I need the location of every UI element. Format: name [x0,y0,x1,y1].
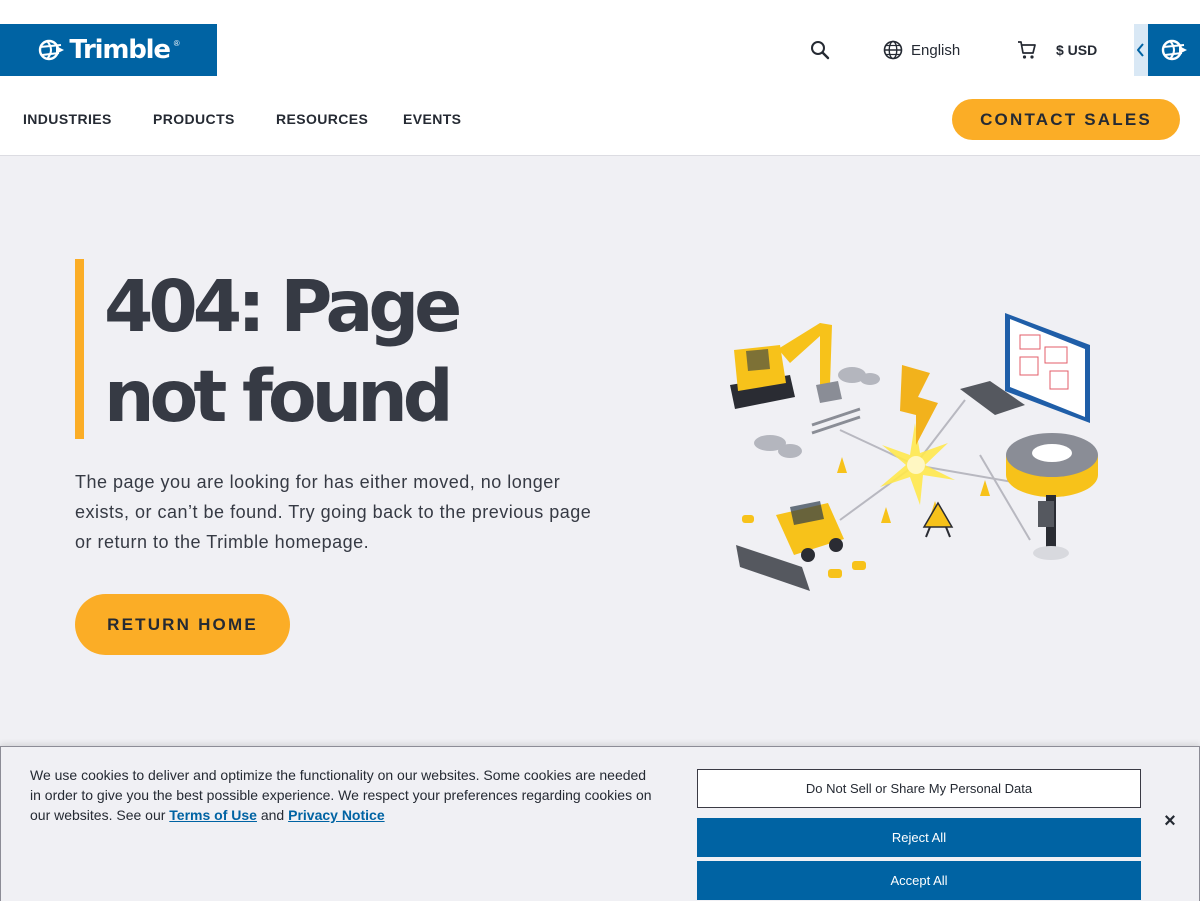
cookie-and-text: and [260,807,285,823]
site-header: Trimble ® English $ USD INDUSTRIES PRODU… [0,0,1200,156]
barrier-fence-icon [811,407,861,435]
title-line-2: not found [104,355,454,438]
title-accent-bar [75,259,84,439]
warning-sign-icon [922,501,954,538]
logo-wordmark: Trimble [69,35,171,65]
currency-label: $ USD [1056,42,1098,58]
trimble-globe-icon [39,39,65,61]
trimble-mark-icon [1148,24,1200,76]
do-not-sell-button[interactable]: Do Not Sell or Share My Personal Data [697,769,1141,808]
gnss-receiver-icon [1006,433,1098,560]
contact-sales-button[interactable]: CONTACT SALES [952,99,1180,140]
language-label: English [911,41,961,59]
nav-item-industries[interactable]: INDUSTRIES [23,104,112,134]
accept-all-button[interactable]: Accept All [697,861,1141,900]
chevron-left-icon[interactable] [1134,24,1148,76]
privacy-notice-link[interactable]: Privacy Notice [288,807,385,823]
language-selector[interactable]: English [883,36,960,64]
trimble-logo[interactable]: Trimble ® [0,24,217,76]
close-icon[interactable]: × [1159,810,1181,832]
title-line-1: 404: Page [104,265,462,348]
construction-illustration [730,313,1098,591]
globe-icon [883,40,903,60]
cookie-banner: We use cookies to deliver and optimize t… [0,746,1200,901]
cart-currency[interactable]: $ USD [1017,36,1097,64]
terms-of-use-link[interactable]: Terms of Use [169,807,257,823]
reject-all-button[interactable]: Reject All [697,818,1141,857]
search-button[interactable] [810,36,832,64]
page-title: 404: Page not found [104,262,462,442]
cart-icon [1018,41,1036,59]
nav-item-resources[interactable]: RESOURCES [276,104,368,134]
registered-mark: ® [173,38,180,48]
cookie-message: We use cookies to deliver and optimize t… [30,765,660,825]
error-description: The page you are looking for has either … [75,472,592,552]
nav-item-events[interactable]: EVENTS [403,104,461,134]
lightning-bolt-icon [900,365,938,445]
excavator-icon [730,323,842,409]
search-icon [811,41,830,60]
return-home-button[interactable]: RETURN HOME [75,594,290,655]
nav-item-products[interactable]: PRODUCTS [153,104,235,134]
side-panel-tab[interactable] [1134,24,1200,76]
